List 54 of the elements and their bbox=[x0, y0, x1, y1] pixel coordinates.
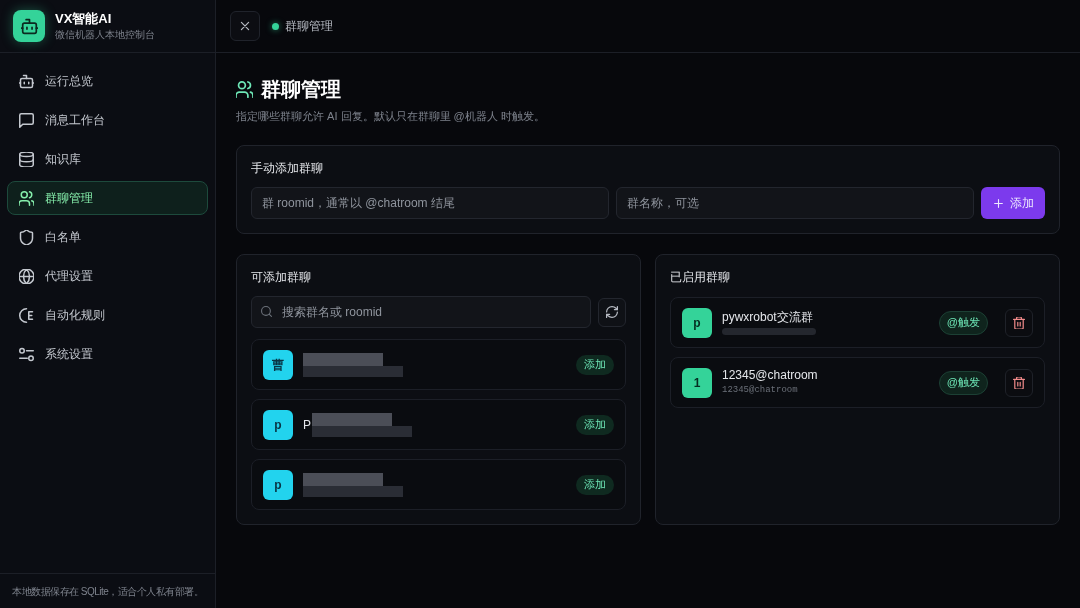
globe-icon bbox=[19, 268, 34, 284]
group-avatar: 曹 bbox=[263, 349, 293, 380]
roomid-input-field[interactable]: 群 roomid，通常以 @chatroom 结尾 bbox=[251, 187, 609, 219]
card-title: 可添加群聊 bbox=[251, 269, 311, 285]
group-avatar: p bbox=[263, 409, 293, 440]
group-name: 12345@chatroom bbox=[722, 368, 818, 384]
sidebar-item[interactable]: 白名单 bbox=[7, 220, 208, 254]
arc-lines-icon bbox=[19, 307, 34, 323]
bot-icon bbox=[19, 73, 34, 89]
name-input-field[interactable]: 群名称，可选 bbox=[616, 187, 974, 219]
search-icon bbox=[261, 306, 272, 317]
users-icon bbox=[236, 80, 253, 98]
sidebar-item[interactable]: 知识库 bbox=[7, 142, 208, 176]
message-icon bbox=[19, 112, 34, 128]
footer-note: 本地数据保存在 SQLite，适合个人私有部署。 bbox=[12, 584, 204, 599]
card-title: 手动添加群聊 bbox=[251, 160, 323, 176]
bot-logo-icon bbox=[13, 10, 45, 42]
add-button[interactable]: 添加 bbox=[981, 187, 1045, 219]
users-icon bbox=[19, 190, 34, 206]
app-subtitle: 微信机器人本地控制台 bbox=[55, 28, 155, 42]
trigger-badge: @触发 bbox=[938, 310, 988, 335]
group-roomid: 12345@chatroom bbox=[722, 385, 798, 397]
app-title: VX智能AI bbox=[55, 10, 113, 27]
sidebar-item[interactable]: 运行总览 bbox=[7, 64, 208, 98]
group-name: P bbox=[303, 416, 311, 434]
plus-icon bbox=[992, 197, 1004, 209]
page-title: 群聊管理 bbox=[261, 79, 341, 99]
sidebar-item[interactable]: 系统设置 bbox=[7, 337, 208, 371]
sidebar-item[interactable]: 代理设置 bbox=[7, 259, 208, 293]
group-avatar: 1 bbox=[682, 367, 712, 398]
refresh-icon bbox=[606, 306, 618, 318]
search-field[interactable]: 搜索群名或 roomid bbox=[251, 296, 591, 328]
breadcrumb: 群聊管理 bbox=[285, 18, 333, 35]
delete-button[interactable] bbox=[1005, 308, 1033, 337]
refresh-button[interactable] bbox=[598, 297, 626, 327]
group-avatar: p bbox=[682, 307, 712, 338]
sliders-icon bbox=[19, 346, 34, 362]
trash-icon bbox=[1013, 376, 1025, 389]
group-avatar: p bbox=[263, 469, 293, 500]
add-group-button[interactable]: 添加 bbox=[576, 354, 614, 375]
group-name: pywxrobot交流群 bbox=[722, 310, 813, 325]
trash-icon bbox=[1013, 316, 1025, 329]
delete-button[interactable] bbox=[1005, 368, 1033, 397]
add-group-button[interactable]: 添加 bbox=[576, 474, 614, 495]
sidebar-item[interactable]: 自动化规则 bbox=[7, 298, 208, 332]
card-title: 已启用群聊 bbox=[670, 269, 730, 285]
shield-icon bbox=[19, 229, 34, 245]
database-icon bbox=[19, 151, 34, 167]
trigger-badge: @触发 bbox=[938, 370, 988, 395]
close-icon bbox=[239, 20, 251, 32]
add-group-button[interactable]: 添加 bbox=[576, 414, 614, 435]
page-description: 指定哪些群聊允许 AI 回复。默认只在群聊里 @机器人 时触发。 bbox=[236, 109, 545, 124]
sidebar-item[interactable]: 群聊管理 bbox=[7, 181, 208, 215]
sidebar-item[interactable]: 消息工作台 bbox=[7, 103, 208, 137]
